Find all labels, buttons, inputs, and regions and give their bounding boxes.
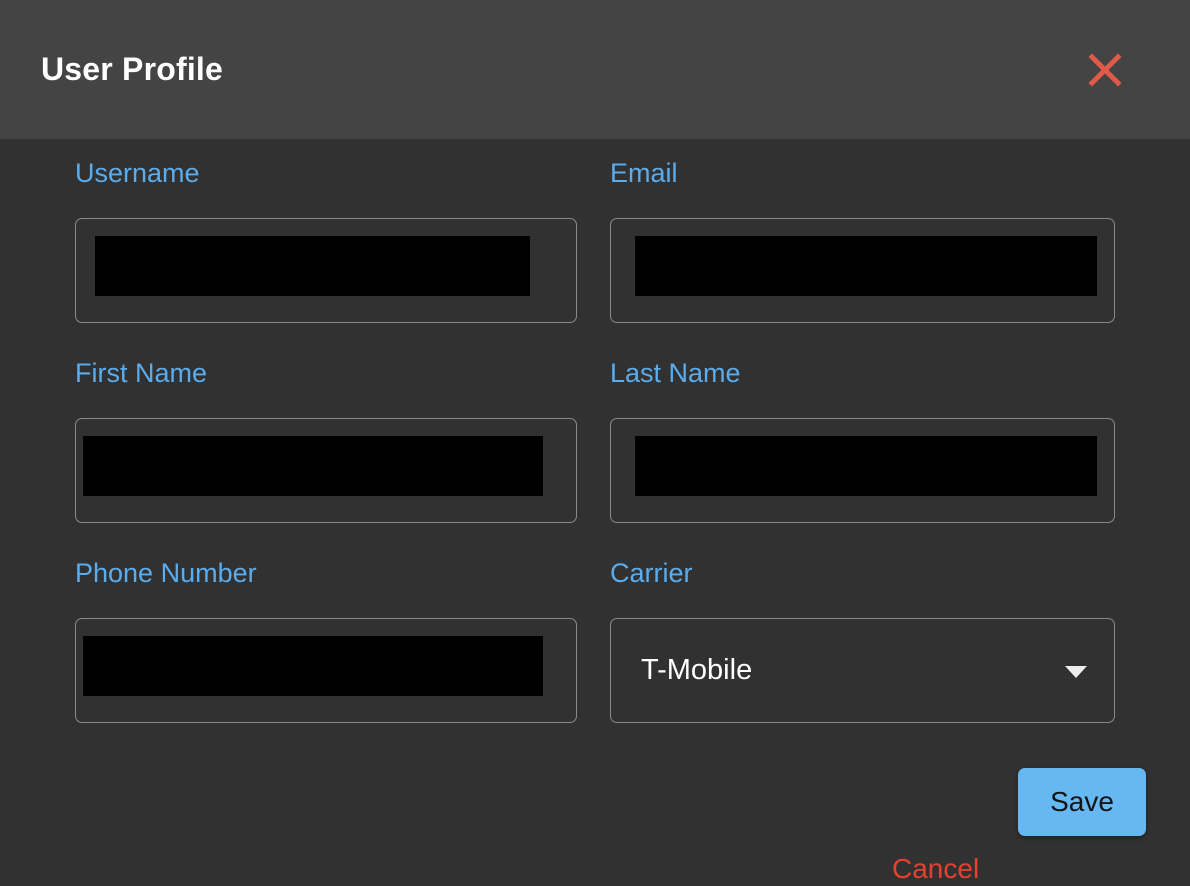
close-button[interactable] bbox=[1086, 51, 1124, 89]
close-x-icon bbox=[1086, 51, 1124, 89]
email-input[interactable] bbox=[610, 218, 1115, 323]
page-title: User Profile bbox=[41, 51, 224, 87]
chevron-down-icon bbox=[1065, 665, 1087, 678]
phone-number-input[interactable] bbox=[75, 618, 577, 723]
dialog-header: User Profile bbox=[0, 0, 1190, 139]
user-profile-dialog: User Profile Username Email First Name L… bbox=[0, 0, 1190, 884]
first-name-input[interactable] bbox=[75, 418, 577, 523]
carrier-select[interactable]: T-Mobile bbox=[610, 618, 1115, 723]
redaction-bar-username bbox=[95, 236, 530, 296]
redaction-bar-phone-number bbox=[83, 636, 543, 696]
carrier-selected-value: T-Mobile bbox=[641, 654, 753, 686]
field-label-last-name: Last Name bbox=[610, 358, 741, 388]
field-label-first-name: First Name bbox=[75, 358, 208, 388]
username-input[interactable] bbox=[75, 218, 577, 323]
cancel-button[interactable]: Cancel bbox=[892, 852, 979, 886]
dialog-body: Username Email First Name Last Name Phon… bbox=[0, 139, 1190, 884]
redaction-bar-email bbox=[635, 236, 1097, 296]
field-label-phone-number: Phone Number bbox=[75, 558, 257, 588]
field-label-username: Username bbox=[75, 158, 200, 188]
last-name-input[interactable] bbox=[610, 418, 1115, 523]
field-label-carrier: Carrier bbox=[610, 558, 693, 588]
save-button[interactable]: Save bbox=[1018, 768, 1146, 836]
field-label-email: Email bbox=[610, 158, 678, 188]
redaction-bar-last-name bbox=[635, 436, 1097, 496]
redaction-bar-first-name bbox=[83, 436, 543, 496]
dialog-actions: Cancel bbox=[0, 768, 1190, 884]
